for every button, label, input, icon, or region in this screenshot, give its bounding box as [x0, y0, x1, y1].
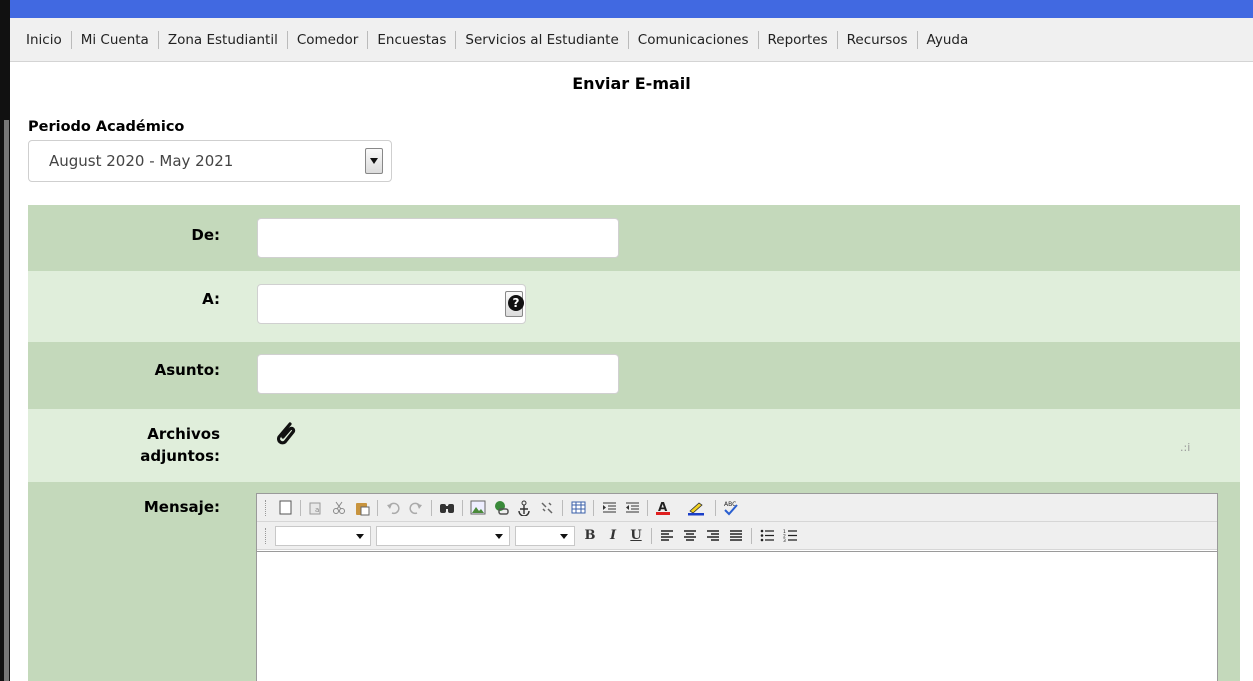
- chevron-down-icon: [356, 533, 364, 539]
- align-left-icon[interactable]: [657, 526, 677, 546]
- toolbar-separator: [300, 499, 301, 516]
- link-icon[interactable]: [491, 498, 511, 518]
- nav-item-comunicaciones[interactable]: Comunicaciones: [629, 30, 759, 49]
- justify-icon[interactable]: [726, 526, 746, 546]
- to-label: A:: [202, 290, 220, 308]
- editor-toolbar-1: a A ABC: [257, 494, 1217, 522]
- to-select[interactable]: [257, 284, 526, 324]
- toolbar-separator: [751, 527, 752, 544]
- highlight-icon[interactable]: [686, 498, 706, 518]
- undo-icon[interactable]: [383, 498, 403, 518]
- period-select[interactable]: August 2020 - May 2021: [28, 140, 392, 182]
- nav-item-inicio[interactable]: Inicio: [24, 30, 72, 49]
- image-icon[interactable]: [468, 498, 488, 518]
- subject-input[interactable]: [257, 354, 619, 394]
- row-to: A:: [28, 271, 1240, 342]
- from-input[interactable]: [257, 218, 619, 258]
- toolbar-grip: [265, 499, 268, 516]
- attachments-label: Archivos adjuntos:: [140, 423, 220, 467]
- row-from: De:: [28, 205, 1240, 271]
- paperclip-icon[interactable]: [272, 418, 298, 452]
- paste-text-icon[interactable]: a: [306, 498, 326, 518]
- toolbar-separator: [462, 499, 463, 516]
- table-icon[interactable]: [568, 498, 588, 518]
- font-color-icon[interactable]: A: [653, 498, 673, 518]
- period-select-arrow[interactable]: [365, 148, 383, 174]
- message-label: Mensaje:: [143, 498, 220, 516]
- row-attachments: Archivos adjuntos:: [28, 409, 1240, 482]
- svg-text:a: a: [315, 506, 319, 514]
- toolbar-grip: [265, 527, 268, 544]
- numbered-list-icon[interactable]: 123: [780, 526, 800, 546]
- outdent-icon[interactable]: [599, 498, 619, 518]
- toolbar-separator: [715, 499, 716, 516]
- attachments-label-line1: Archivos: [147, 425, 220, 443]
- toolbar-separator: [431, 499, 432, 516]
- message-editor: a A ABC B I U 1 2 3: [256, 493, 1218, 681]
- resize-handle[interactable]: .:i: [1180, 441, 1190, 454]
- left-window-border-light: [4, 120, 9, 681]
- top-accent-bar: [10, 0, 1253, 18]
- toolbar-separator: [562, 499, 563, 516]
- underline-icon[interactable]: U: [626, 526, 646, 546]
- page-title: Enviar E-mail: [572, 74, 691, 93]
- toolbar-separator: [593, 499, 594, 516]
- align-right-icon[interactable]: [703, 526, 723, 546]
- chevron-down-icon: [560, 533, 568, 539]
- question-circle-icon[interactable]: ?: [508, 295, 524, 311]
- svg-text:A: A: [658, 500, 668, 514]
- nav-item-servicios[interactable]: Servicios al Estudiante: [456, 30, 629, 49]
- nav-item-encuestas[interactable]: Encuestas: [368, 30, 457, 49]
- bullet-list-icon[interactable]: [757, 526, 777, 546]
- nav-item-reportes[interactable]: Reportes: [759, 30, 838, 49]
- font-size-select[interactable]: [515, 525, 575, 546]
- format-select[interactable]: [275, 525, 371, 546]
- main-navbar: Inicio Mi Cuenta Zona Estudiantil Comedo…: [10, 18, 1253, 62]
- svg-text:3: 3: [783, 538, 786, 542]
- editor-toolbar-2: B I U 123: [257, 522, 1217, 550]
- chevron-down-icon: [495, 533, 503, 539]
- subject-label: Asunto:: [154, 361, 220, 379]
- bold-icon[interactable]: B: [580, 526, 600, 546]
- new-document-icon[interactable]: [275, 498, 295, 518]
- italic-icon[interactable]: I: [603, 526, 623, 546]
- chevron-down-icon: [370, 158, 378, 164]
- anchor-icon[interactable]: [514, 498, 534, 518]
- period-label: Periodo Académico: [28, 119, 185, 135]
- nav-item-zona-estudiantil[interactable]: Zona Estudiantil: [159, 30, 288, 49]
- paste-icon[interactable]: [352, 498, 372, 518]
- align-center-icon[interactable]: [680, 526, 700, 546]
- from-label: De:: [191, 226, 220, 244]
- cut-icon[interactable]: [329, 498, 349, 518]
- indent-icon[interactable]: [622, 498, 642, 518]
- period-select-value: August 2020 - May 2021: [49, 152, 234, 170]
- font-family-select[interactable]: [376, 525, 510, 546]
- nav-item-recursos[interactable]: Recursos: [838, 30, 918, 49]
- nav-item-comedor[interactable]: Comedor: [288, 30, 369, 49]
- unlink-icon[interactable]: [537, 498, 557, 518]
- attachments-label-line2: adjuntos:: [140, 447, 220, 465]
- message-body-area[interactable]: [257, 551, 1217, 681]
- redo-icon[interactable]: [406, 498, 426, 518]
- row-subject: Asunto:: [28, 342, 1240, 409]
- find-icon[interactable]: [437, 498, 457, 518]
- toolbar-separator: [651, 527, 652, 544]
- spellcheck-icon[interactable]: ABC: [721, 498, 741, 518]
- nav-item-ayuda[interactable]: Ayuda: [918, 31, 978, 49]
- nav-item-mi-cuenta[interactable]: Mi Cuenta: [72, 30, 159, 49]
- toolbar-separator: [647, 499, 648, 516]
- email-form: De: A: Asunto: Archivos adjuntos: Mensaj…: [28, 205, 1240, 681]
- toolbar-separator: [377, 499, 378, 516]
